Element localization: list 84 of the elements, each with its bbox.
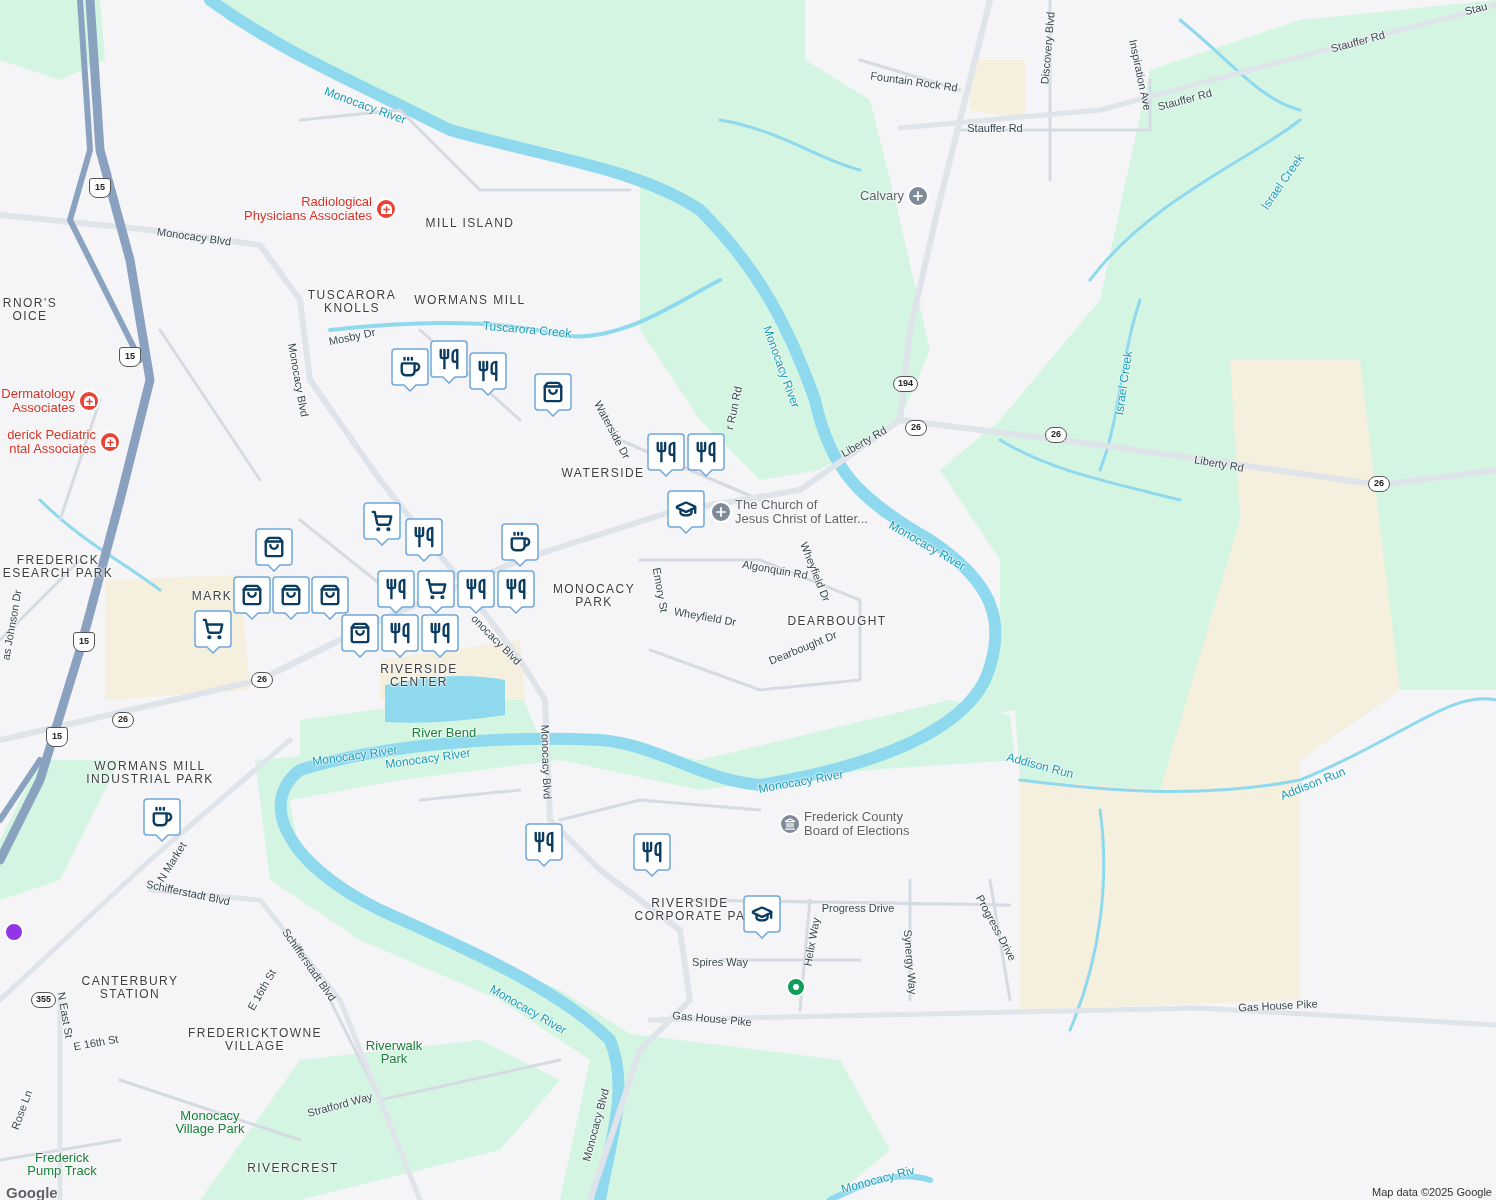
street-label: r Run Rd bbox=[723, 385, 745, 431]
park-label: Riverwalk Park bbox=[365, 1039, 423, 1065]
street-label: Synergy Way bbox=[900, 929, 920, 995]
route-shield: 15 bbox=[119, 347, 141, 367]
cup-marker-icon[interactable] bbox=[143, 798, 181, 842]
street-label: Stratford Way bbox=[306, 1090, 374, 1120]
street-label: Gas House Pike bbox=[671, 1009, 753, 1029]
utensils-marker-icon[interactable] bbox=[647, 433, 685, 477]
street-label: Spires Way bbox=[692, 955, 748, 969]
waterway-label: Monocacy River bbox=[757, 768, 845, 796]
shopping-bag-marker-icon[interactable] bbox=[272, 576, 310, 620]
neighborhood-label: DEARBOUGHT bbox=[787, 614, 887, 628]
utensils-marker-icon[interactable] bbox=[381, 614, 419, 658]
utensils-marker-icon[interactable] bbox=[469, 352, 507, 396]
waterway-label: Tuscarora Creek bbox=[482, 319, 572, 341]
place-label[interactable]: Calvary bbox=[859, 189, 904, 203]
utensils-marker-icon[interactable] bbox=[687, 433, 725, 477]
route-shield: 15 bbox=[89, 178, 111, 198]
shopping-bag-marker-icon[interactable] bbox=[255, 528, 293, 572]
cart-marker-icon[interactable] bbox=[363, 502, 401, 546]
street-label: Progress Drive bbox=[821, 901, 895, 915]
park-label: Monocacy Village Park bbox=[175, 1109, 245, 1135]
street-label: Stauffer Rd bbox=[967, 121, 1023, 135]
utensils-marker-icon[interactable] bbox=[497, 570, 535, 614]
utensils-marker-icon[interactable] bbox=[405, 518, 443, 562]
cart-marker-icon[interactable] bbox=[194, 610, 232, 654]
street-label: Stauffer Rd bbox=[1329, 28, 1387, 56]
shopping-bag-marker-icon[interactable] bbox=[233, 576, 271, 620]
street-label: Emory St bbox=[649, 566, 671, 614]
street-label: Monocacy Blvd bbox=[538, 724, 554, 800]
route-shield: 15 bbox=[46, 727, 68, 747]
neighborhood-label: WORMANS MILL INDUSTRIAL PARK bbox=[86, 760, 214, 786]
waterway-label: Addison Run bbox=[1005, 750, 1075, 782]
neighborhood-label: RIVERSIDE CENTER bbox=[380, 663, 458, 689]
park-label: Frederick Pump Track bbox=[27, 1151, 97, 1177]
place-label[interactable]: Dermatology Associates bbox=[1, 387, 75, 415]
utensils-marker-icon[interactable] bbox=[421, 614, 459, 658]
street-label: Discovery Blvd bbox=[1038, 11, 1058, 85]
route-shield: 15 bbox=[73, 632, 95, 652]
neighborhood-label: MARK bbox=[191, 589, 233, 603]
park-label: River Bend bbox=[411, 725, 477, 739]
street-label: Gas House Pike bbox=[1237, 997, 1319, 1015]
shopping-bag-marker-icon[interactable] bbox=[534, 373, 572, 417]
street-label: Stauffer Rd bbox=[1156, 86, 1214, 114]
street-label: Inspiration Ave bbox=[1126, 38, 1154, 112]
cup-marker-icon[interactable] bbox=[391, 348, 429, 392]
cart-marker-icon[interactable] bbox=[417, 570, 455, 614]
street-label: Mosby Dr bbox=[327, 325, 377, 349]
neighborhood-label: MILL ISLAND bbox=[425, 216, 515, 230]
neighborhood-label: TUSCARORA KNOLLS bbox=[307, 289, 397, 315]
waterway-label: Israel Creek bbox=[1113, 350, 1135, 416]
neighborhood-label: WORMANS MILL bbox=[414, 293, 526, 307]
place-label[interactable]: Frederick County Board of Elections bbox=[804, 810, 910, 838]
street-label: Stau bbox=[1463, 0, 1489, 19]
street-label: Monocacy Blvd bbox=[285, 342, 311, 418]
utensils-marker-icon[interactable] bbox=[525, 823, 563, 867]
place-label[interactable]: derick Pediatric ntal Associates bbox=[7, 428, 96, 456]
utensils-marker-icon[interactable] bbox=[430, 340, 468, 384]
graduation-cap-marker-icon[interactable] bbox=[667, 490, 705, 534]
utensils-marker-icon[interactable] bbox=[457, 570, 495, 614]
street-label: as Johnson Dr bbox=[0, 588, 25, 662]
cup-marker-icon[interactable] bbox=[501, 523, 539, 567]
neighborhood-label: RIVERSIDE CORPORATE PA bbox=[634, 897, 746, 923]
neighborhood-label: CANTERBURY STATION bbox=[81, 975, 179, 1001]
street-label: Helix Way bbox=[801, 916, 823, 968]
street-label: Rose Ln bbox=[8, 1088, 36, 1132]
graduation-cap-marker-icon[interactable] bbox=[743, 895, 781, 939]
street-label: Monocacy Blvd bbox=[156, 225, 232, 249]
route-shield: 355 bbox=[31, 992, 57, 1008]
street-label: Liberty Rd bbox=[1193, 453, 1245, 475]
shopping-bag-marker-icon[interactable] bbox=[341, 614, 379, 658]
shopping-bag-marker-icon[interactable] bbox=[311, 576, 349, 620]
place-label[interactable]: Radiological Physicians Associates bbox=[244, 195, 372, 223]
waterway-label: Monocacy Riv bbox=[839, 1163, 917, 1197]
neighborhood-label: RNOR'S OICE bbox=[2, 297, 58, 323]
utensils-marker-icon[interactable] bbox=[377, 570, 415, 614]
street-label: Wheyfield Dr bbox=[672, 605, 738, 629]
neighborhood-label: RIVERCREST bbox=[247, 1161, 339, 1175]
neighborhood-label: FREDERICKTOWNE VILLAGE bbox=[188, 1027, 322, 1053]
street-label: Fountain Rock Rd bbox=[869, 69, 959, 95]
neighborhood-label: MONOCACY PARK bbox=[552, 583, 636, 609]
utensils-marker-icon[interactable] bbox=[633, 833, 671, 877]
neighborhood-label: WATERSIDE bbox=[561, 466, 645, 480]
place-label[interactable]: The Church of Jesus Christ of Latter... bbox=[735, 498, 868, 526]
